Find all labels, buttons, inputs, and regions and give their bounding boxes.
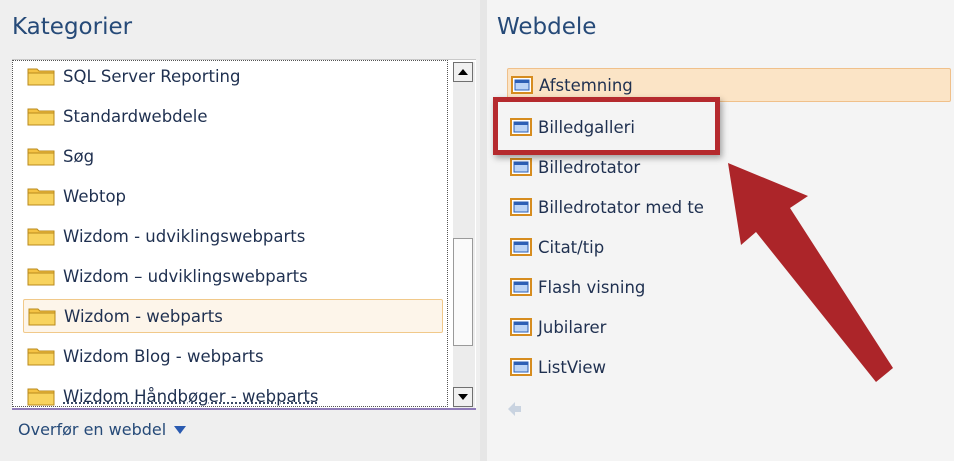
categories-listbox[interactable]: SQL Server Reporting Standardwebdele Søg…	[12, 59, 476, 409]
folder-icon	[27, 388, 55, 406]
category-item[interactable]: Wizdom – udviklingswebparts	[23, 259, 443, 293]
webpart-label: Flash visning	[538, 277, 646, 297]
webpart-label: Citat/tip	[538, 237, 605, 257]
webpart-item[interactable]: Flash visning	[507, 270, 645, 304]
panel-divider	[480, 0, 487, 461]
webparts-title: Webdele	[497, 14, 597, 40]
categories-scrollbar[interactable]	[453, 62, 475, 408]
upload-webpart-label: Overfør en webdel	[18, 420, 167, 439]
upload-webpart-link[interactable]: Overfør en webdel	[18, 420, 187, 439]
categories-title: Kategorier	[12, 14, 133, 40]
category-item[interactable]: SQL Server Reporting	[23, 61, 443, 93]
category-label: Wizdom – udviklingswebparts	[63, 266, 308, 286]
webpart-label: Billedrotator	[538, 157, 641, 177]
category-item[interactable]: Wizdom - udviklingswebparts	[23, 219, 443, 253]
category-label: Webtop	[63, 186, 127, 206]
category-label: Standardwebdele	[63, 106, 208, 126]
folder-icon	[27, 188, 55, 206]
category-item[interactable]: Standardwebdele	[23, 99, 443, 133]
webpart-icon	[510, 278, 532, 296]
webpart-icon	[510, 238, 532, 256]
category-item[interactable]: Webtop	[23, 179, 443, 213]
webpart-icon	[511, 76, 533, 94]
webpart-icon	[510, 158, 532, 176]
scroll-up-button[interactable]	[453, 62, 473, 82]
webpart-icon	[510, 198, 532, 216]
folder-icon	[27, 228, 55, 246]
webpart-item[interactable]: Jubilarer	[507, 310, 606, 344]
webpart-item[interactable]: ListView	[507, 350, 606, 384]
webpart-label: ListView	[538, 357, 606, 377]
categories-list: SQL Server Reporting Standardwebdele Søg…	[12, 60, 448, 407]
category-label: SQL Server Reporting	[63, 66, 241, 86]
category-label: Wizdom Blog - webparts	[63, 346, 264, 366]
highlight-box	[493, 97, 720, 155]
scroll-down-button[interactable]	[453, 387, 473, 407]
triangle-up-icon	[458, 69, 468, 75]
folder-icon	[27, 68, 55, 86]
webpart-label: Afstemning	[539, 75, 633, 95]
webpart-icon	[510, 318, 532, 336]
folder-icon	[27, 108, 55, 126]
webpart-icon	[510, 358, 532, 376]
category-label: Wizdom - webparts	[64, 306, 223, 326]
webpart-label: Jubilarer	[538, 317, 607, 337]
scrollbar-thumb[interactable]	[453, 238, 473, 346]
folder-icon	[27, 268, 55, 286]
triangle-down-icon	[458, 394, 468, 400]
category-item-selected[interactable]: Wizdom - webparts	[23, 299, 443, 333]
category-label: Søg	[63, 146, 95, 166]
folder-icon	[27, 148, 55, 166]
category-label: Wizdom - udviklingswebparts	[63, 226, 306, 246]
category-label: Wizdom Håndbøger - webparts	[63, 386, 319, 406]
back-arrow-icon[interactable]	[508, 402, 522, 416]
dropdown-arrow-icon	[174, 425, 187, 434]
category-item[interactable]: Søg	[23, 139, 443, 173]
folder-icon	[28, 308, 56, 326]
webpart-item[interactable]: Billedrotator	[507, 150, 640, 184]
category-item[interactable]: Wizdom Håndbøger - webparts	[23, 379, 443, 406]
folder-icon	[27, 348, 55, 366]
category-item[interactable]: Wizdom Blog - webparts	[23, 339, 443, 373]
listbox-bottom-border	[12, 408, 476, 410]
webpart-label: Billedrotator med te	[538, 197, 704, 217]
webpart-item[interactable]: Citat/tip	[507, 230, 604, 264]
webpart-item[interactable]: Billedrotator med te	[507, 190, 704, 224]
